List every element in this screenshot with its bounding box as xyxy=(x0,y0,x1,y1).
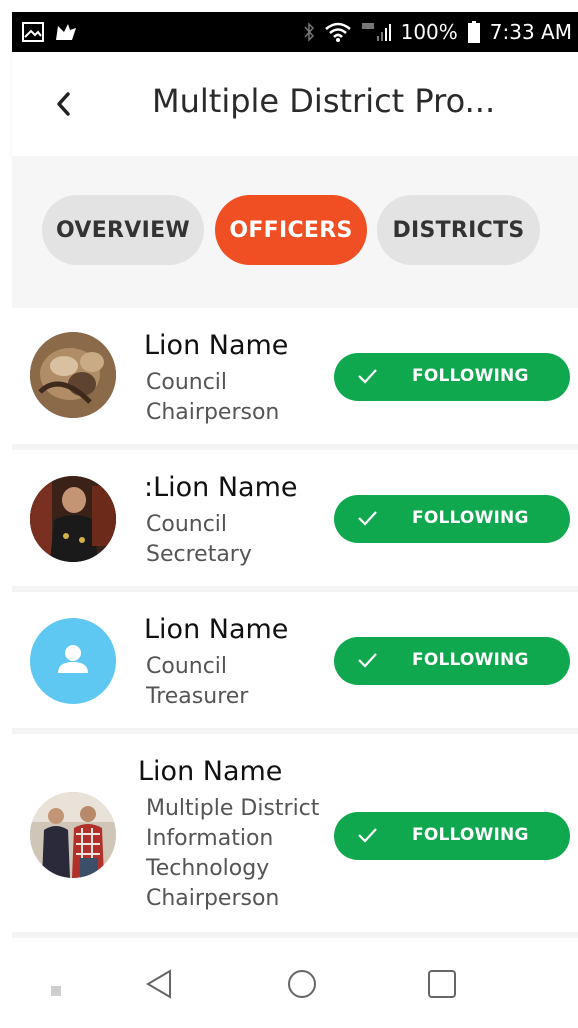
page-title: Multiple District Pro... xyxy=(152,82,496,120)
tab-overview[interactable]: OVERVIEW xyxy=(42,195,204,265)
following-button[interactable]: FOLLOWING xyxy=(334,495,570,543)
avatar-lion-photo xyxy=(30,332,116,418)
officer-role: Council Treasurer xyxy=(146,654,249,709)
avatar-group-photo xyxy=(30,792,116,878)
back-button[interactable] xyxy=(48,86,78,122)
officer-role: Council Secretary xyxy=(146,512,252,567)
officer-role: Council Chairperson xyxy=(146,370,280,425)
officer-role: Multiple District Information Technology… xyxy=(146,796,320,911)
officer-name: Lion Name xyxy=(138,756,283,787)
battery-percent: 100% xyxy=(400,20,458,44)
officer-name: Lion Name xyxy=(144,330,289,361)
list-item[interactable]: Lion Name Council Chairperson FOLLOWING xyxy=(12,308,578,450)
signal-icon xyxy=(361,22,391,42)
following-button[interactable]: FOLLOWING xyxy=(334,637,570,685)
system-nav-bar xyxy=(12,950,578,1028)
following-button[interactable]: FOLLOWING xyxy=(334,353,570,401)
app-header: Multiple District Pro... xyxy=(12,52,578,157)
home-circle-icon[interactable] xyxy=(286,968,318,1004)
checkmark-icon xyxy=(358,828,377,843)
back-arrow-icon xyxy=(57,92,70,116)
status-bar: 100% 7:33 AM xyxy=(12,12,578,52)
checkmark-icon xyxy=(358,369,377,384)
checkmark-icon xyxy=(358,653,377,668)
user-icon xyxy=(58,645,88,673)
battery-icon xyxy=(467,21,480,43)
list-item[interactable]: :Lion Name Council Secretary FOLLOWING xyxy=(12,450,578,592)
back-triangle-icon[interactable] xyxy=(144,968,174,1004)
list-item[interactable]: Lion Name Multiple District Information … xyxy=(12,734,578,938)
following-button[interactable]: FOLLOWING xyxy=(334,812,570,860)
clock: 7:33 AM xyxy=(489,20,572,44)
avatar-default-user xyxy=(30,618,116,704)
overview-square-icon[interactable] xyxy=(426,968,458,1004)
officer-name: :Lion Name xyxy=(144,472,298,503)
gallery-icon xyxy=(22,22,44,42)
bluetooth-icon xyxy=(303,22,315,42)
tab-officers[interactable]: OFFICERS xyxy=(215,195,367,265)
list-item[interactable]: Lion Name Council Treasurer FOLLOWING xyxy=(12,592,578,734)
recent-dot-icon[interactable] xyxy=(50,982,62,1001)
tab-bar: OVERVIEW OFFICERS DISTRICTS xyxy=(12,156,578,308)
officer-name: Lion Name xyxy=(144,614,289,645)
tab-districts[interactable]: DISTRICTS xyxy=(377,195,540,265)
avatar-person-photo xyxy=(30,476,116,562)
notification-icon xyxy=(54,22,78,42)
checkmark-icon xyxy=(358,511,377,526)
wifi-icon xyxy=(324,22,351,42)
